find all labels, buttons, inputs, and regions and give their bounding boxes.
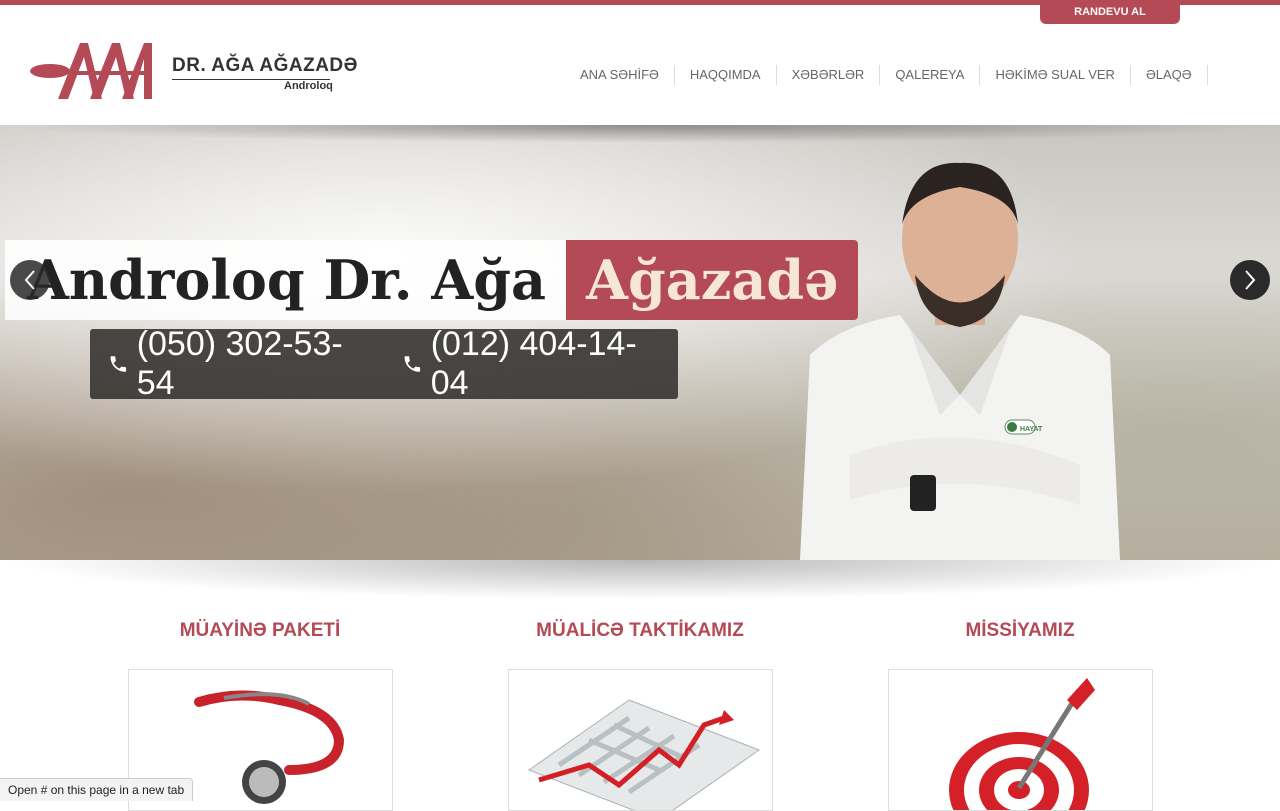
section-title-treatment[interactable]: MÜALİCƏ TAKTİKAMIZ — [490, 620, 790, 642]
main-nav: ANA SƏHİFƏ HAQQIMDA XƏBƏRLƏR QALEREYA HƏ… — [565, 65, 1208, 85]
nav-item-news[interactable]: XƏBƏRLƏR — [777, 65, 881, 85]
slider-next-button[interactable] — [1230, 260, 1270, 300]
slider-prev-button[interactable] — [10, 260, 50, 300]
card-mission[interactable] — [888, 669, 1153, 811]
card-treatment[interactable] — [508, 669, 773, 811]
logo-subtitle: Androloq — [284, 80, 333, 92]
hospital-badge-text: HAYAT — [1020, 426, 1043, 433]
phone-number-2[interactable]: (012) 404-14-04 — [402, 325, 660, 403]
hero-top-shadow — [0, 125, 1280, 143]
phone-box: (050) 302-53-54 (012) 404-14-04 — [90, 325, 678, 402]
chevron-right-icon — [1245, 270, 1256, 290]
section-title-exam-package[interactable]: MÜAYİNƏ PAKETİ — [110, 620, 410, 642]
nav-item-ask-doctor[interactable]: HƏKİMƏ SUAL VER — [980, 65, 1131, 85]
hero-title: Androloq Dr. Ağa Ağazadə — [5, 240, 859, 320]
phone-icon — [404, 356, 421, 372]
phone-icon — [110, 356, 127, 372]
hero-slider: HAYAT Androloq Dr. Ağa Ağazadə (050) 302… — [0, 125, 1280, 560]
nav-item-home[interactable]: ANA SƏHİFƏ — [565, 65, 675, 85]
nav-item-gallery[interactable]: QALEREYA — [880, 65, 981, 85]
hero-bottom-shadow — [0, 560, 1280, 600]
phone-number-2-text: (012) 404-14-04 — [430, 325, 637, 402]
chevron-left-icon — [24, 270, 35, 290]
nav-item-about[interactable]: HAQQIMDA — [675, 65, 777, 85]
doctor-photo: HAYAT — [800, 162, 1120, 560]
phone-number-1[interactable]: (050) 302-53-54 — [108, 325, 366, 403]
appointment-button[interactable]: RANDEVU AL — [1040, 0, 1180, 24]
hero-title-part1: Androloq Dr. Ağa — [5, 240, 567, 320]
browser-status-bar: Open # on this page in a new tab — [0, 778, 194, 801]
logo-name: DR. AĞA AĞAZADƏ — [172, 55, 358, 76]
section-title-mission[interactable]: MİSSİYAMIZ — [870, 620, 1170, 642]
hero-title-part2: Ağazadə — [566, 240, 859, 320]
dart-target-image — [949, 678, 1095, 810]
phone-number-1-text: (050) 302-53-54 — [136, 325, 343, 402]
nav-item-contact[interactable]: ƏLAQƏ — [1131, 65, 1208, 85]
maze-image — [527, 699, 761, 810]
